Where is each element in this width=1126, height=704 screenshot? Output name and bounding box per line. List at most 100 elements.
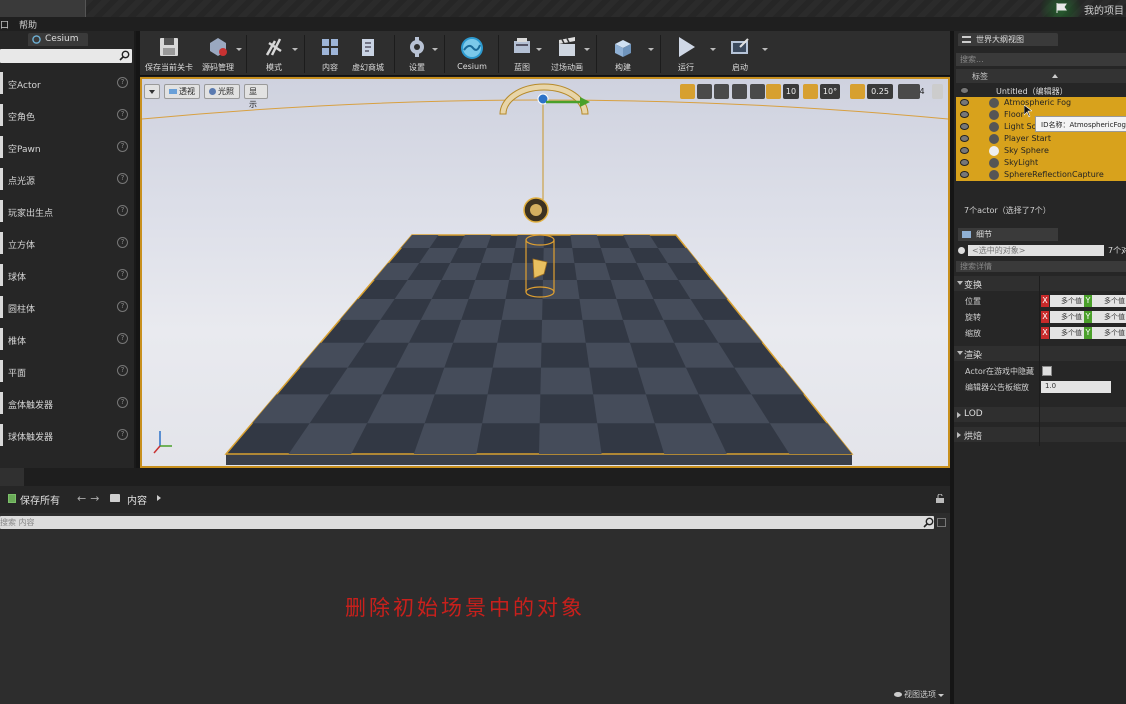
search-icon[interactable]	[923, 517, 934, 528]
play-dropdown-caret[interactable]	[710, 48, 716, 51]
menu-item-window[interactable]: 口	[0, 18, 9, 31]
outliner-row-root[interactable]: Untitled（编辑器）	[956, 85, 1126, 97]
view-mode-lit-button[interactable]: 光照	[204, 84, 240, 99]
cinematics-button[interactable]: 过场动画	[544, 31, 590, 76]
world-local-icon[interactable]	[732, 84, 747, 99]
viewport-options-button[interactable]	[144, 84, 160, 99]
place-item-box-trigger[interactable]: 盒体触发器?	[0, 388, 132, 418]
surface-snap-icon[interactable]	[750, 84, 765, 99]
lock-icon[interactable]	[936, 494, 944, 503]
chevron-right-icon[interactable]	[157, 495, 161, 501]
perspective-button[interactable]: 透视	[164, 84, 200, 99]
visibility-eye-icon[interactable]	[960, 135, 969, 142]
save-search-icon[interactable]	[937, 518, 946, 527]
save-current-level-button[interactable]: 保存当前关卡	[142, 31, 196, 76]
blueprints-dropdown-caret[interactable]	[536, 48, 542, 51]
help-icon[interactable]: ?	[117, 397, 128, 408]
outliner-row[interactable]: Atmospheric Fog	[956, 97, 1126, 109]
place-item-cube[interactable]: 立方体?	[0, 228, 132, 258]
place-item-empty-character[interactable]: 空角色?	[0, 100, 132, 130]
modes-dropdown-caret[interactable]	[292, 48, 298, 51]
history-nav-buttons[interactable]: ←→	[77, 492, 103, 505]
outliner-row[interactable]: SkyLight	[956, 157, 1126, 169]
place-item-plane[interactable]: 平面?	[0, 356, 132, 386]
launch-button[interactable]: 启动	[718, 31, 762, 76]
category-rendering[interactable]: 渲染	[954, 346, 1126, 361]
rotation-snap-icon[interactable]	[803, 84, 818, 99]
content-search-input[interactable]: 搜索 内容	[0, 516, 934, 529]
outliner-search-input[interactable]: 搜索...	[956, 53, 1126, 66]
hidden-in-game-checkbox[interactable]	[1042, 366, 1052, 376]
sort-ascending-icon[interactable]	[1052, 74, 1058, 78]
cesium-button[interactable]: Cesium	[450, 31, 494, 76]
modes-button[interactable]: 模式	[254, 31, 294, 76]
tab-details[interactable]: 细节	[958, 228, 1058, 241]
details-search-input[interactable]: 搜索详情	[956, 261, 1126, 272]
project-name[interactable]: 我的项目	[1084, 2, 1124, 17]
rotate-mode-icon[interactable]	[697, 84, 712, 99]
place-search-input[interactable]	[0, 49, 132, 63]
save-all-button[interactable]: 保存所有	[20, 492, 60, 507]
location-y-field[interactable]: Y 多个值	[1084, 295, 1126, 307]
view-options-button[interactable]: 视图选项	[894, 689, 944, 700]
scale-snap-icon[interactable]	[850, 84, 865, 99]
settings-dropdown-caret[interactable]	[432, 48, 438, 51]
marketplace-button[interactable]: 虚幻商城	[348, 31, 388, 76]
category-lod[interactable]: LOD	[954, 407, 1126, 422]
tab-content-browser[interactable]	[0, 468, 24, 486]
place-item-cylinder[interactable]: 圆柱体?	[0, 292, 132, 322]
rotation-snap-value[interactable]: 10°	[820, 84, 840, 99]
place-item-point-light[interactable]: 点光源?	[0, 164, 132, 194]
place-item-empty-actor[interactable]: 空Actor?	[0, 68, 132, 98]
help-icon[interactable]: ?	[117, 109, 128, 120]
maximize-viewport-icon[interactable]	[932, 84, 943, 99]
visibility-eye-icon[interactable]	[960, 147, 969, 154]
source-control-button[interactable]: 源码管理	[198, 31, 238, 76]
blueprints-button[interactable]: 蓝图	[504, 31, 540, 76]
settings-button[interactable]: 设置	[402, 31, 432, 76]
flag-icon[interactable]	[1056, 3, 1068, 13]
show-flags-button[interactable]: 显示	[244, 84, 268, 109]
billboard-scale-input[interactable]: 1.0	[1041, 381, 1111, 393]
visibility-eye-icon[interactable]	[960, 123, 969, 130]
help-icon[interactable]: ?	[117, 333, 128, 344]
help-icon[interactable]: ?	[117, 173, 128, 184]
tab-cesium[interactable]: Cesium	[28, 33, 88, 46]
tab-world-outliner[interactable]: 世界大纲视图	[958, 33, 1058, 46]
help-icon[interactable]: ?	[117, 429, 128, 440]
outliner-row[interactable]: Player Start	[956, 133, 1126, 145]
visibility-eye-icon[interactable]	[960, 87, 969, 94]
visibility-eye-icon[interactable]	[960, 171, 969, 178]
category-baking[interactable]: 烘焙	[954, 427, 1126, 442]
place-item-cone[interactable]: 椎体?	[0, 324, 132, 354]
place-item-empty-pawn[interactable]: 空Pawn?	[0, 132, 132, 162]
translate-mode-icon[interactable]	[680, 84, 695, 99]
play-button[interactable]: 运行	[666, 31, 706, 76]
help-icon[interactable]: ?	[117, 141, 128, 152]
viewport-scene[interactable]	[142, 79, 948, 466]
level-viewport[interactable]: 透视 光照 显示 10 10° 0.25 4	[140, 77, 950, 468]
launch-dropdown-caret[interactable]	[762, 48, 768, 51]
outliner-row[interactable]: SphereReflectionCapture	[956, 169, 1126, 181]
path-breadcrumb-content[interactable]: 内容	[127, 492, 147, 507]
search-icon[interactable]	[119, 50, 130, 61]
content-button[interactable]: 内容	[312, 31, 348, 76]
selected-object-field[interactable]: <选中的对象>	[968, 245, 1104, 256]
scale-y-field[interactable]: Y 多个值	[1084, 327, 1126, 339]
menu-item-help[interactable]: 帮助	[19, 18, 37, 31]
help-icon[interactable]: ?	[117, 269, 128, 280]
scale-snap-value[interactable]: 0.25	[867, 84, 893, 99]
visibility-eye-icon[interactable]	[960, 111, 969, 118]
grid-snap-icon[interactable]	[766, 84, 781, 99]
outliner-column-header[interactable]: 标签	[956, 69, 1126, 83]
help-icon[interactable]: ?	[117, 301, 128, 312]
help-icon[interactable]: ?	[117, 237, 128, 248]
camera-speed-value[interactable]: 4	[917, 84, 927, 99]
visibility-eye-icon[interactable]	[960, 99, 969, 106]
place-item-player-start[interactable]: 玩家出生点?	[0, 196, 132, 226]
build-button[interactable]: 构建	[602, 31, 644, 76]
rotation-y-field[interactable]: Y 多个值	[1084, 311, 1126, 323]
build-dropdown-caret[interactable]	[648, 48, 654, 51]
category-transform[interactable]: 变换	[954, 276, 1126, 291]
help-icon[interactable]: ?	[117, 205, 128, 216]
